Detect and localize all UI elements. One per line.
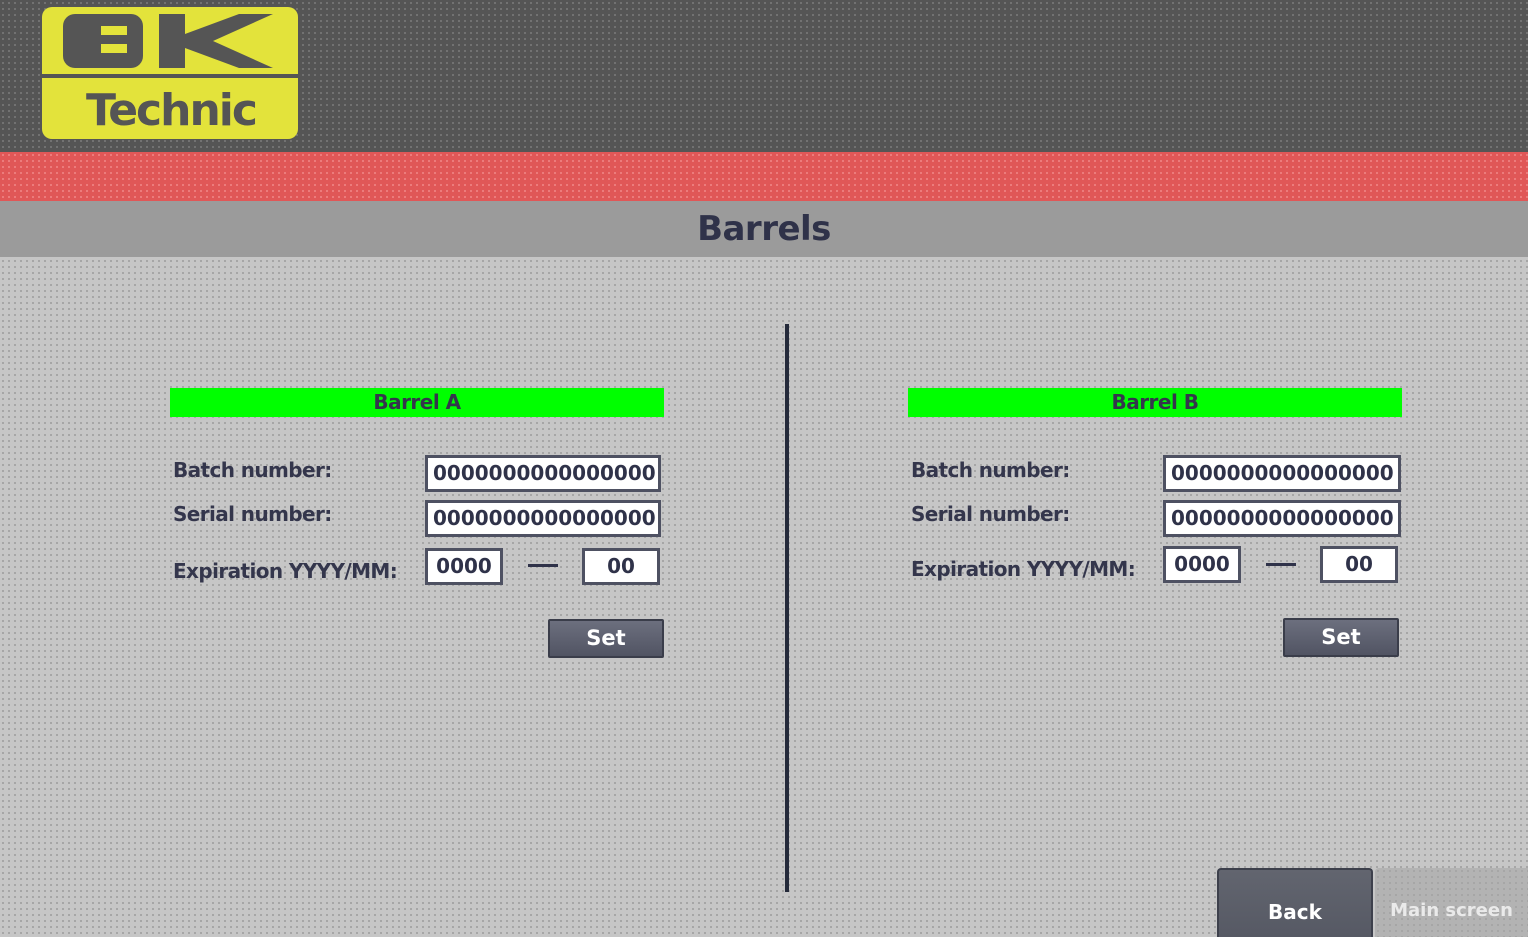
barrel-b-panel: Barrel B Batch number: 0000000000000000 …: [908, 388, 1402, 668]
barrel-b-expiration-year-field[interactable]: 0000: [1163, 546, 1241, 583]
barrel-b-expiration-month-field[interactable]: 00: [1320, 546, 1398, 583]
barrel-b-header: Barrel B: [908, 388, 1402, 417]
barrel-a-header: Barrel A: [170, 388, 664, 417]
barrel-a-serial-field[interactable]: 0000000000000000: [425, 500, 661, 537]
logo-wordmark: Technic: [86, 85, 258, 136]
barrel-a-expiration-month-field[interactable]: 00: [582, 548, 660, 585]
date-separator: [528, 564, 558, 567]
page-title: Barrels: [697, 209, 831, 249]
header-bar: Technic: [0, 0, 1528, 152]
barrel-a-panel: Barrel A Batch number: 0000000000000000 …: [170, 388, 664, 668]
barrel-b-set-button[interactable]: Set: [1283, 618, 1399, 657]
barrel-a-set-button[interactable]: Set: [548, 619, 664, 658]
barrel-a-expiration-year-field[interactable]: 0000: [425, 548, 503, 585]
back-button[interactable]: Back: [1217, 868, 1373, 937]
expiration-label: Expiration YYYY/MM:: [911, 557, 1136, 581]
barrel-a-batch-field[interactable]: 0000000000000000: [425, 455, 661, 492]
serial-number-label: Serial number:: [911, 502, 1070, 526]
alarm-bar: [0, 152, 1528, 201]
panel-divider: [785, 324, 789, 892]
serial-number-label: Serial number:: [173, 502, 332, 526]
batch-number-label: Batch number:: [173, 458, 332, 482]
barrel-b-serial-field[interactable]: 0000000000000000: [1163, 500, 1401, 537]
main-screen-button[interactable]: Main screen: [1375, 868, 1528, 937]
batch-number-label: Batch number:: [911, 458, 1070, 482]
barrel-b-batch-field[interactable]: 0000000000000000: [1163, 455, 1401, 492]
title-bar: Barrels: [0, 201, 1528, 257]
date-separator: [1266, 563, 1296, 566]
expiration-label: Expiration YYYY/MM:: [173, 559, 398, 583]
